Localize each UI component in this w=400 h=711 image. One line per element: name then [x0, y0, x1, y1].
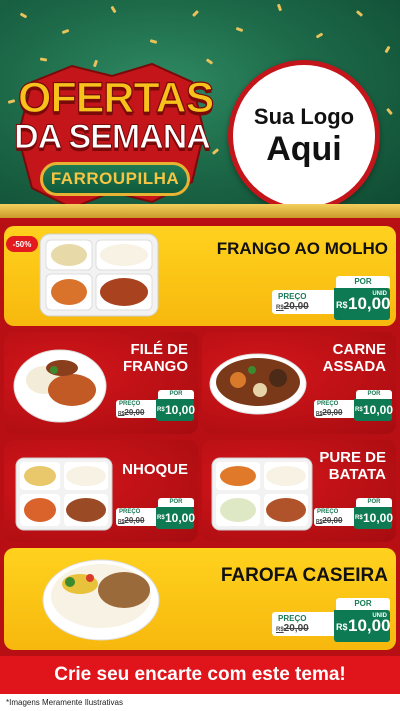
product-card-file-de-frango[interactable]: FILÉ DE FRANGO POR PREÇO R$20,00 R$ 10,00 [4, 332, 198, 434]
currency: R$ [157, 407, 165, 413]
por-label: POR [356, 498, 392, 507]
por-label: POR [336, 598, 390, 610]
food-tray-image [211, 457, 313, 531]
current-price: 10,00 [363, 403, 394, 417]
old-price: R$20,00 [118, 408, 145, 417]
product-card-carne-assada[interactable]: CARNE ASSADA POR PREÇO R$20,00 R$ 10,00 [202, 332, 396, 434]
old-price-box: PREÇO R$20,00 [272, 290, 336, 314]
current-price: 10,00 [348, 294, 391, 313]
currency: R$ [355, 515, 363, 521]
product-card-frango-ao-molho[interactable]: FRANGO AO MOLHO POR PREÇO R$20,00 R$ 10,… [4, 226, 396, 326]
old-price-box: PREÇO R$20,00 [314, 508, 356, 526]
old-price-box: PREÇO R$20,00 [272, 612, 336, 636]
price-tag: POR PREÇO R$20,00 R$ 10,00 [116, 390, 196, 424]
product-name: NHOQUE [122, 461, 188, 478]
current-price-box: R$ 10,00 [354, 507, 394, 529]
preco-label: PREÇO [278, 614, 307, 623]
current-price: 10,00 [165, 403, 196, 417]
preco-label: PREÇO [317, 401, 339, 407]
currency: R$ [336, 300, 348, 310]
cta-banner[interactable]: Crie seu encarte com este tema! [0, 656, 400, 694]
logo-text-line1: Sua Logo [253, 104, 355, 129]
old-price: R$20,00 [316, 516, 343, 525]
current-price-box: R$ 10,00 [156, 507, 196, 529]
old-price-box: PREÇO R$20,00 [314, 400, 356, 418]
preco-label: PREÇO [119, 509, 141, 515]
unit-label: UNID [372, 291, 387, 297]
current-price: 10,00 [165, 511, 196, 525]
old-price-box: PREÇO R$20,00 [116, 400, 158, 418]
product-card-nhoque[interactable]: NHOQUE POR PREÇO R$20,00 R$ 10,00 [4, 440, 198, 542]
old-price: R$20,00 [276, 623, 309, 634]
old-price: R$20,00 [276, 301, 309, 312]
price-tag: POR PREÇO R$20,00 R$ 10,00 [314, 498, 394, 532]
unit-label: UNID [372, 613, 387, 619]
price-tag: POR PREÇO R$20,00 R$ 10,00 UNID [272, 598, 391, 644]
current-price-box: R$ 10,00 UNID [334, 288, 391, 320]
food-tray-image [39, 233, 159, 317]
food-plate-image [13, 349, 107, 423]
old-price: R$20,00 [118, 516, 145, 525]
current-price: 10,00 [348, 616, 391, 635]
currency: R$ [355, 407, 363, 413]
product-name: FILÉ DE FRANGO [123, 341, 188, 375]
por-label: POR [356, 390, 392, 399]
preco-label: PREÇO [278, 292, 307, 301]
title-ofertas: OFERTAS [17, 74, 214, 122]
food-bowl-image [209, 353, 307, 415]
preco-label: PREÇO [317, 509, 339, 515]
price-tag: POR PREÇO R$20,00 R$ 10,00 [116, 498, 196, 532]
price-tag: POR PREÇO R$20,00 R$ 10,00 UNID [272, 276, 391, 322]
current-price-box: R$ 10,00 UNID [334, 610, 391, 642]
product-name: CARNE ASSADA [322, 341, 386, 375]
product-name: PURE DE BATATA [319, 449, 386, 483]
por-label: POR [336, 276, 390, 288]
food-tray-image [15, 457, 113, 531]
logo-text-line2: Aqui [266, 130, 342, 168]
logo-placeholder[interactable]: Sua Logo Aqui [228, 60, 380, 212]
current-price-box: R$ 10,00 [354, 399, 394, 421]
product-card-pure-de-batata[interactable]: PURE DE BATATA POR PREÇO R$20,00 R$ 10,00 [202, 440, 396, 542]
preco-label: PREÇO [119, 401, 141, 407]
por-label: POR [158, 390, 194, 399]
product-card-farofa-caseira[interactable]: FAROFA CASEIRA POR PREÇO R$20,00 R$ 10,0… [4, 548, 396, 650]
title-da-semana: DA SEMANA [14, 118, 212, 157]
currency: R$ [336, 622, 348, 632]
discount-badge: -50% [6, 236, 38, 252]
product-name: FRANGO AO MOLHO [216, 239, 388, 258]
gold-divider [0, 204, 400, 218]
price-tag: POR PREÇO R$20,00 R$ 10,00 [314, 390, 394, 424]
city-ribbon: FARROUPILHA [40, 162, 190, 196]
old-price-box: PREÇO R$20,00 [116, 508, 158, 526]
food-bowl-image [42, 559, 160, 641]
por-label: POR [158, 498, 194, 507]
header-banner: OFERTAS DA SEMANA FARROUPILHA Sua Logo A… [0, 0, 400, 212]
currency: R$ [157, 515, 165, 521]
current-price-box: R$ 10,00 [156, 399, 196, 421]
product-name: FAROFA CASEIRA [220, 565, 388, 586]
old-price: R$20,00 [316, 408, 343, 417]
footnote: *Imagens Meramente Ilustrativas [0, 694, 400, 711]
current-price: 10,00 [363, 511, 394, 525]
